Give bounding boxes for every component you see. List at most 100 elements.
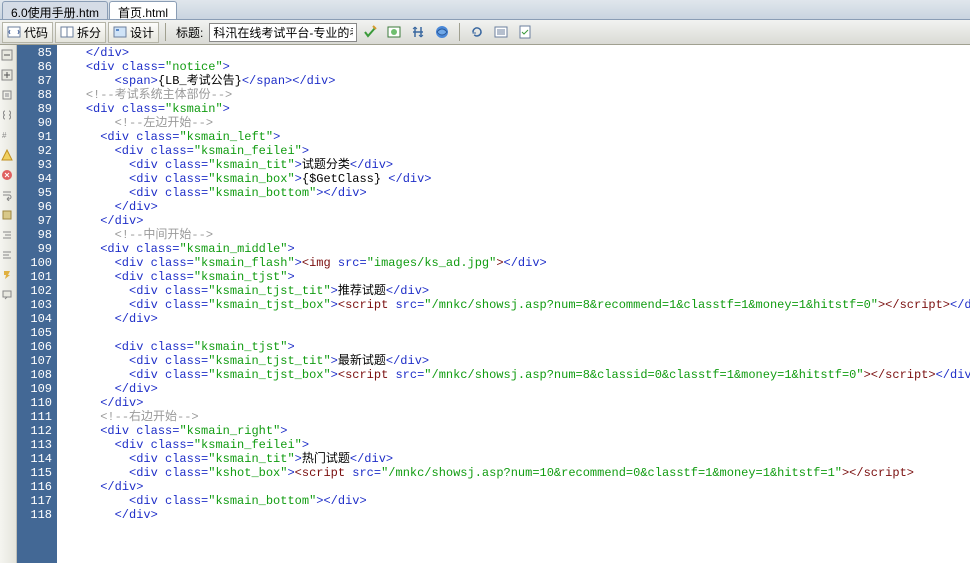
code-line[interactable]: <!--考试系统主体部份--> [57,88,970,102]
code-line[interactable]: <div class="ksmain_feilei"> [57,438,970,452]
line-number: 97 [17,214,57,228]
line-number: 91 [17,130,57,144]
code-line[interactable]: <div class="ksmain_tjst_box"><script src… [57,368,970,382]
highlight-invalid-icon[interactable] [1,149,15,163]
code-line[interactable]: <div class="ksmain_bottom"></div> [57,494,970,508]
line-number: 102 [17,284,57,298]
format-icon[interactable] [1,269,15,283]
line-number: 96 [17,200,57,214]
design-icon [113,25,127,39]
line-number: 118 [17,508,57,522]
comment-icon[interactable] [1,289,15,303]
line-number: 103 [17,298,57,312]
line-number: 93 [17,158,57,172]
line-numbers-icon[interactable]: # [1,129,15,143]
snippets-icon[interactable] [1,209,15,223]
code-line[interactable]: <div class="ksmain_feilei"> [57,144,970,158]
file-management-icon[interactable] [407,22,429,43]
code-line[interactable]: </div> [57,508,970,522]
code-line[interactable] [57,326,970,340]
refresh-icon[interactable] [466,22,488,43]
code-line[interactable]: </div> [57,396,970,410]
line-number-gutter: 8586878889909192939495969798991001011021… [17,45,57,563]
code-line[interactable]: <div class="ksmain_box">{$GetClass} </di… [57,172,970,186]
code-line[interactable]: <div class="ksmain_tjst_tit">最新试题</div> [57,354,970,368]
code-line[interactable]: <div class="ksmain_left"> [57,130,970,144]
line-number: 98 [17,228,57,242]
expand-icon[interactable] [1,69,15,83]
code-line[interactable]: </div> [57,382,970,396]
code-btn-label: 代码 [24,24,48,41]
code-line[interactable]: <div class="ksmain_tjst"> [57,270,970,284]
browser-check-icon[interactable] [383,22,405,43]
code-line[interactable]: <div class="ksmain_right"> [57,424,970,438]
code-editor[interactable]: </div> <div class="notice"> <span>{LB_考试… [57,45,970,563]
syntax-error-icon[interactable] [1,169,15,183]
split-icon [60,25,74,39]
code-line[interactable]: <div class="ksmain_tit">试题分类</div> [57,158,970,172]
line-number: 116 [17,480,57,494]
code-line[interactable]: <span>{LB_考试公告}</span></div> [57,74,970,88]
vertical-toolbar: # [0,45,17,563]
word-wrap-icon[interactable] [1,189,15,203]
line-number: 112 [17,424,57,438]
view-options-icon[interactable] [490,22,512,43]
tab-manual[interactable]: 6.0使用手册.htm [2,1,108,19]
code-line[interactable]: <div class="ksmain_bottom"></div> [57,186,970,200]
line-number: 106 [17,340,57,354]
line-number: 117 [17,494,57,508]
code-icon [7,25,21,39]
line-number: 86 [17,60,57,74]
code-view-button[interactable]: 代码 [2,22,53,43]
split-view-button[interactable]: 拆分 [55,22,106,43]
title-label: 标题: [176,24,203,41]
code-line[interactable]: <div class="ksmain_middle"> [57,242,970,256]
line-number: 94 [17,172,57,186]
code-line[interactable]: <!--左边开始--> [57,116,970,130]
split-btn-label: 拆分 [77,24,101,41]
code-line[interactable]: <div class="kshot_box"><script src="/mnk… [57,466,970,480]
line-number: 85 [17,46,57,60]
editor-main: # 85868788899091929394959697989910010110… [0,45,970,563]
collapse-icon[interactable] [1,49,15,63]
line-number: 111 [17,410,57,424]
line-number: 104 [17,312,57,326]
design-btn-label: 设计 [130,24,154,41]
outdent-icon[interactable] [1,249,15,263]
code-line[interactable]: <div class="ksmain"> [57,102,970,116]
separator [165,23,166,41]
svg-text:#: # [2,131,7,140]
code-line[interactable]: <!--中间开始--> [57,228,970,242]
apply-icon[interactable] [359,22,381,43]
line-number: 95 [17,186,57,200]
code-line[interactable]: <div class="notice"> [57,60,970,74]
tab-label: 6.0使用手册.htm [11,6,99,20]
balance-braces-icon[interactable] [1,109,15,123]
select-parent-icon[interactable] [1,89,15,103]
tab-index[interactable]: 首页.html [109,1,177,19]
indent-icon[interactable] [1,229,15,243]
code-line[interactable]: <div class="ksmain_tit">热门试题</div> [57,452,970,466]
code-line[interactable]: </div> [57,46,970,60]
title-input[interactable] [209,23,357,42]
line-number: 105 [17,326,57,340]
code-line[interactable]: <div class="ksmain_tjst_box"><script src… [57,298,970,312]
line-number: 108 [17,368,57,382]
code-line[interactable]: <div class="ksmain_flash"><img src="imag… [57,256,970,270]
line-number: 100 [17,256,57,270]
line-number: 113 [17,438,57,452]
design-view-button[interactable]: 设计 [108,22,159,43]
code-line[interactable]: <div class="ksmain_tjst_tit">推荐试题</div> [57,284,970,298]
code-line[interactable]: </div> [57,312,970,326]
line-number: 89 [17,102,57,116]
validate-icon[interactable] [514,22,536,43]
code-line[interactable]: </div> [57,214,970,228]
code-line[interactable]: </div> [57,480,970,494]
line-number: 99 [17,242,57,256]
code-line[interactable]: <div class="ksmain_tjst"> [57,340,970,354]
code-line[interactable]: </div> [57,200,970,214]
preview-icon[interactable] [431,22,453,43]
line-number: 92 [17,144,57,158]
separator [459,23,460,41]
code-line[interactable]: <!--右边开始--> [57,410,970,424]
